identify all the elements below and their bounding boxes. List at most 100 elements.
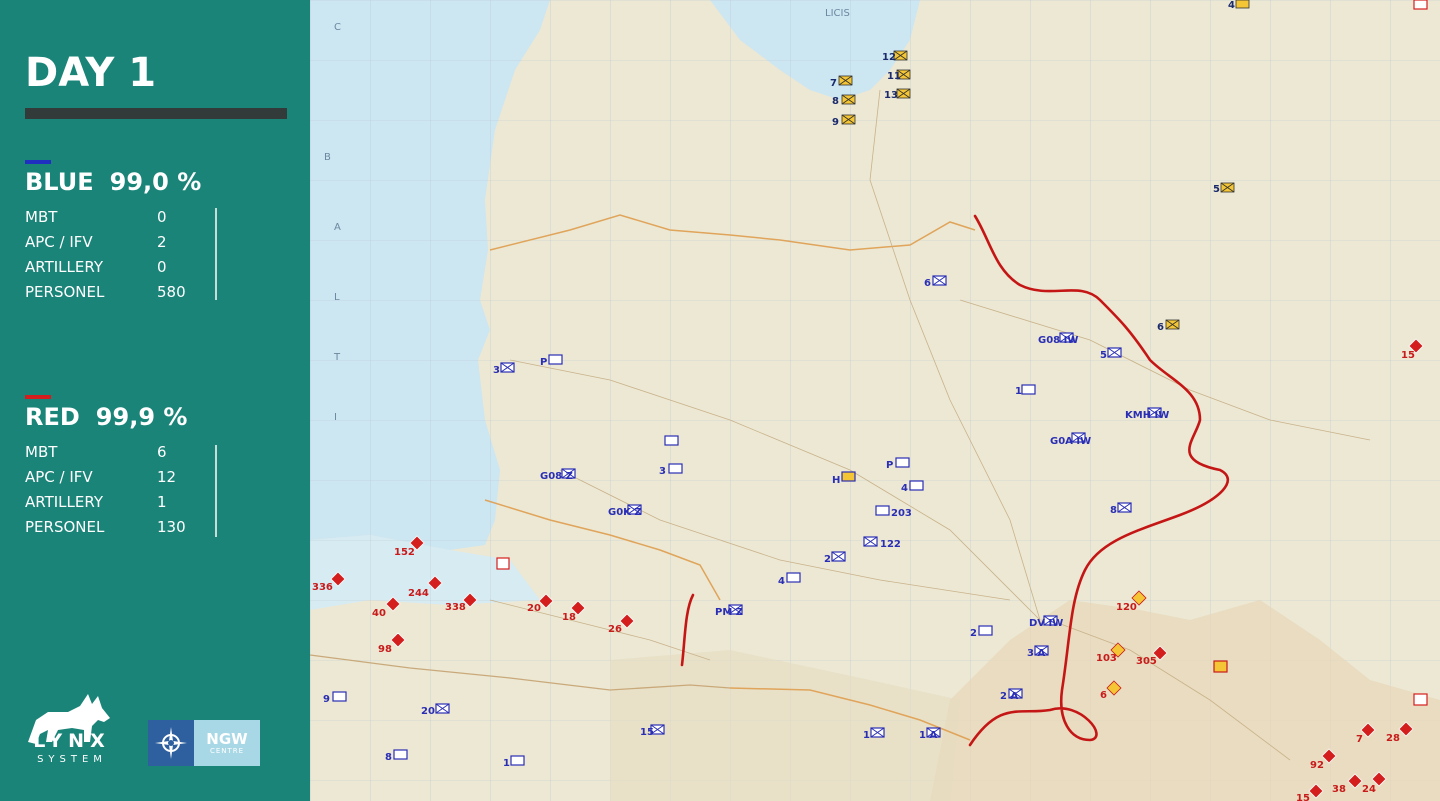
- day-title: DAY 1: [25, 50, 157, 96]
- svg-text:92: 92: [1310, 760, 1324, 771]
- blue-unit[interactable]: [664, 435, 679, 446]
- svg-text:1: 1: [1015, 386, 1022, 397]
- svg-text:5: 5: [1213, 184, 1220, 195]
- gulf-label: LICIS: [825, 8, 850, 19]
- sea-label-a: A: [334, 222, 341, 233]
- svg-text:6: 6: [1100, 690, 1107, 701]
- svg-text:5: 5: [1100, 350, 1107, 361]
- svg-text:103: 103: [1096, 653, 1117, 664]
- svg-text:PM Z: PM Z: [715, 607, 743, 618]
- svg-text:40: 40: [372, 608, 386, 619]
- svg-text:20: 20: [421, 706, 435, 717]
- svg-text:12: 12: [882, 52, 896, 63]
- svg-text:38: 38: [1332, 784, 1346, 795]
- lynx-title: LYNX: [33, 730, 111, 752]
- red-stat-artillery: ARTILLERY 1: [25, 492, 167, 511]
- svg-text:4: 4: [1228, 0, 1235, 11]
- red-unit[interactable]: [1213, 660, 1228, 673]
- compass-icon: [148, 720, 194, 766]
- blue-unit[interactable]: G0A IW: [1050, 432, 1091, 447]
- svg-text:8: 8: [1110, 505, 1117, 516]
- svg-text:9: 9: [832, 117, 839, 128]
- svg-text:18: 18: [562, 612, 576, 623]
- svg-text:244: 244: [408, 588, 429, 599]
- blue-unit[interactable]: G08 IW: [1038, 332, 1078, 346]
- blue-name: BLUE: [25, 168, 94, 196]
- red-unit[interactable]: [1413, 0, 1428, 10]
- sea-label-c: C: [334, 22, 341, 33]
- blue-unit[interactable]: PM Z: [715, 604, 743, 618]
- svg-text:3: 3: [659, 466, 666, 477]
- red-stat-mbt: MBT 6: [25, 442, 167, 461]
- red-stats-divider: [215, 445, 217, 537]
- red-header: RED 99,9 %: [25, 403, 295, 431]
- svg-text:4: 4: [901, 483, 908, 494]
- svg-text:1 A: 1 A: [919, 730, 937, 741]
- svg-text:152: 152: [394, 547, 415, 558]
- svg-text:28: 28: [1386, 733, 1400, 744]
- red-stats: MBT 6 APC / IFV 12 ARTILLERY 1 PERSONEL 130: [25, 439, 295, 539]
- blue-marker: [25, 160, 51, 164]
- red-stat-personel: PERSONEL 130: [25, 517, 186, 536]
- svg-text:G0A IW: G0A IW: [1050, 436, 1091, 447]
- red-unit[interactable]: [1413, 693, 1428, 706]
- red-unit[interactable]: [496, 557, 510, 570]
- svg-text:15: 15: [1401, 350, 1415, 361]
- blue-stats-divider: [215, 208, 217, 300]
- svg-text:6: 6: [924, 278, 931, 289]
- blue-unit[interactable]: 3 A: [1027, 645, 1049, 659]
- operational-map[interactable]: B A L T I C LICIS 12 7 11 8 13 9 4 5 6 G…: [310, 0, 1440, 801]
- svg-text:7: 7: [1356, 734, 1363, 745]
- svg-text:24: 24: [1362, 784, 1376, 795]
- blue-stats: MBT 0 APC / IFV 2 ARTILLERY 0 PERSONEL 580: [25, 204, 295, 304]
- svg-text:1: 1: [863, 730, 870, 741]
- svg-text:98: 98: [378, 644, 392, 655]
- svg-text:2: 2: [824, 554, 831, 565]
- svg-text:203: 203: [891, 508, 912, 519]
- svg-text:KMH IW: KMH IW: [1125, 410, 1169, 421]
- svg-text:8: 8: [385, 752, 392, 763]
- svg-text:336: 336: [312, 582, 333, 593]
- red-percent: 99,9 %: [95, 403, 188, 431]
- svg-text:13: 13: [884, 90, 898, 101]
- svg-text:3: 3: [493, 365, 500, 376]
- sea-label-t: T: [333, 352, 341, 363]
- svg-text:6: 6: [1157, 322, 1164, 333]
- svg-text:2: 2: [970, 628, 977, 639]
- blue-unit[interactable]: 1 A: [919, 727, 941, 741]
- svg-text:G08 IW: G08 IW: [1038, 335, 1078, 346]
- svg-text:1: 1: [503, 758, 510, 769]
- blue-stat-artillery: ARTILLERY 0: [25, 257, 167, 276]
- svg-text:8: 8: [832, 96, 839, 107]
- svg-text:122: 122: [880, 539, 901, 550]
- svg-text:G08 Z: G08 Z: [540, 471, 573, 482]
- blue-stat-mbt: MBT 0: [25, 207, 167, 226]
- blue-unit[interactable]: DV IW: [1029, 615, 1063, 629]
- svg-text:P: P: [540, 357, 547, 368]
- svg-text:3 A: 3 A: [1027, 648, 1045, 659]
- blue-stat-apc: APC / IFV 2: [25, 232, 167, 251]
- svg-text:15: 15: [640, 727, 654, 738]
- blue-stat-personel: PERSONEL 580: [25, 282, 186, 301]
- svg-text:9: 9: [323, 694, 330, 705]
- ngw-subtitle: CENTRE: [209, 747, 245, 755]
- lynx-subtitle: SYSTEM: [37, 754, 107, 765]
- svg-text:305: 305: [1136, 656, 1157, 667]
- svg-text:11: 11: [887, 71, 901, 82]
- svg-text:15: 15: [1296, 793, 1310, 801]
- svg-text:20: 20: [527, 603, 541, 614]
- svg-text:DV IW: DV IW: [1029, 618, 1063, 629]
- title-divider: [25, 108, 287, 119]
- blue-unit[interactable]: G08 Z: [540, 468, 576, 482]
- blue-percent: 99,0 %: [109, 168, 202, 196]
- svg-text:2 A: 2 A: [1000, 691, 1018, 702]
- svg-text:7: 7: [830, 78, 837, 89]
- svg-text:P: P: [886, 460, 893, 471]
- ngw-text: NGW CENTRE: [194, 720, 260, 766]
- blue-unit[interactable]: KMH IW: [1125, 407, 1169, 421]
- blue-unit[interactable]: G0K Z: [608, 504, 642, 518]
- sea-label-b: B: [324, 152, 331, 163]
- red-side-section: RED 99,9 % MBT 6 APC / IFV 12 ARTILLERY 1 PE…: [25, 395, 295, 539]
- blue-header: BLUE 99,0 %: [25, 168, 295, 196]
- blue-side-section: BLUE 99,0 % MBT 0 APC / IFV 2 ARTILLERY 0 PE…: [25, 160, 295, 304]
